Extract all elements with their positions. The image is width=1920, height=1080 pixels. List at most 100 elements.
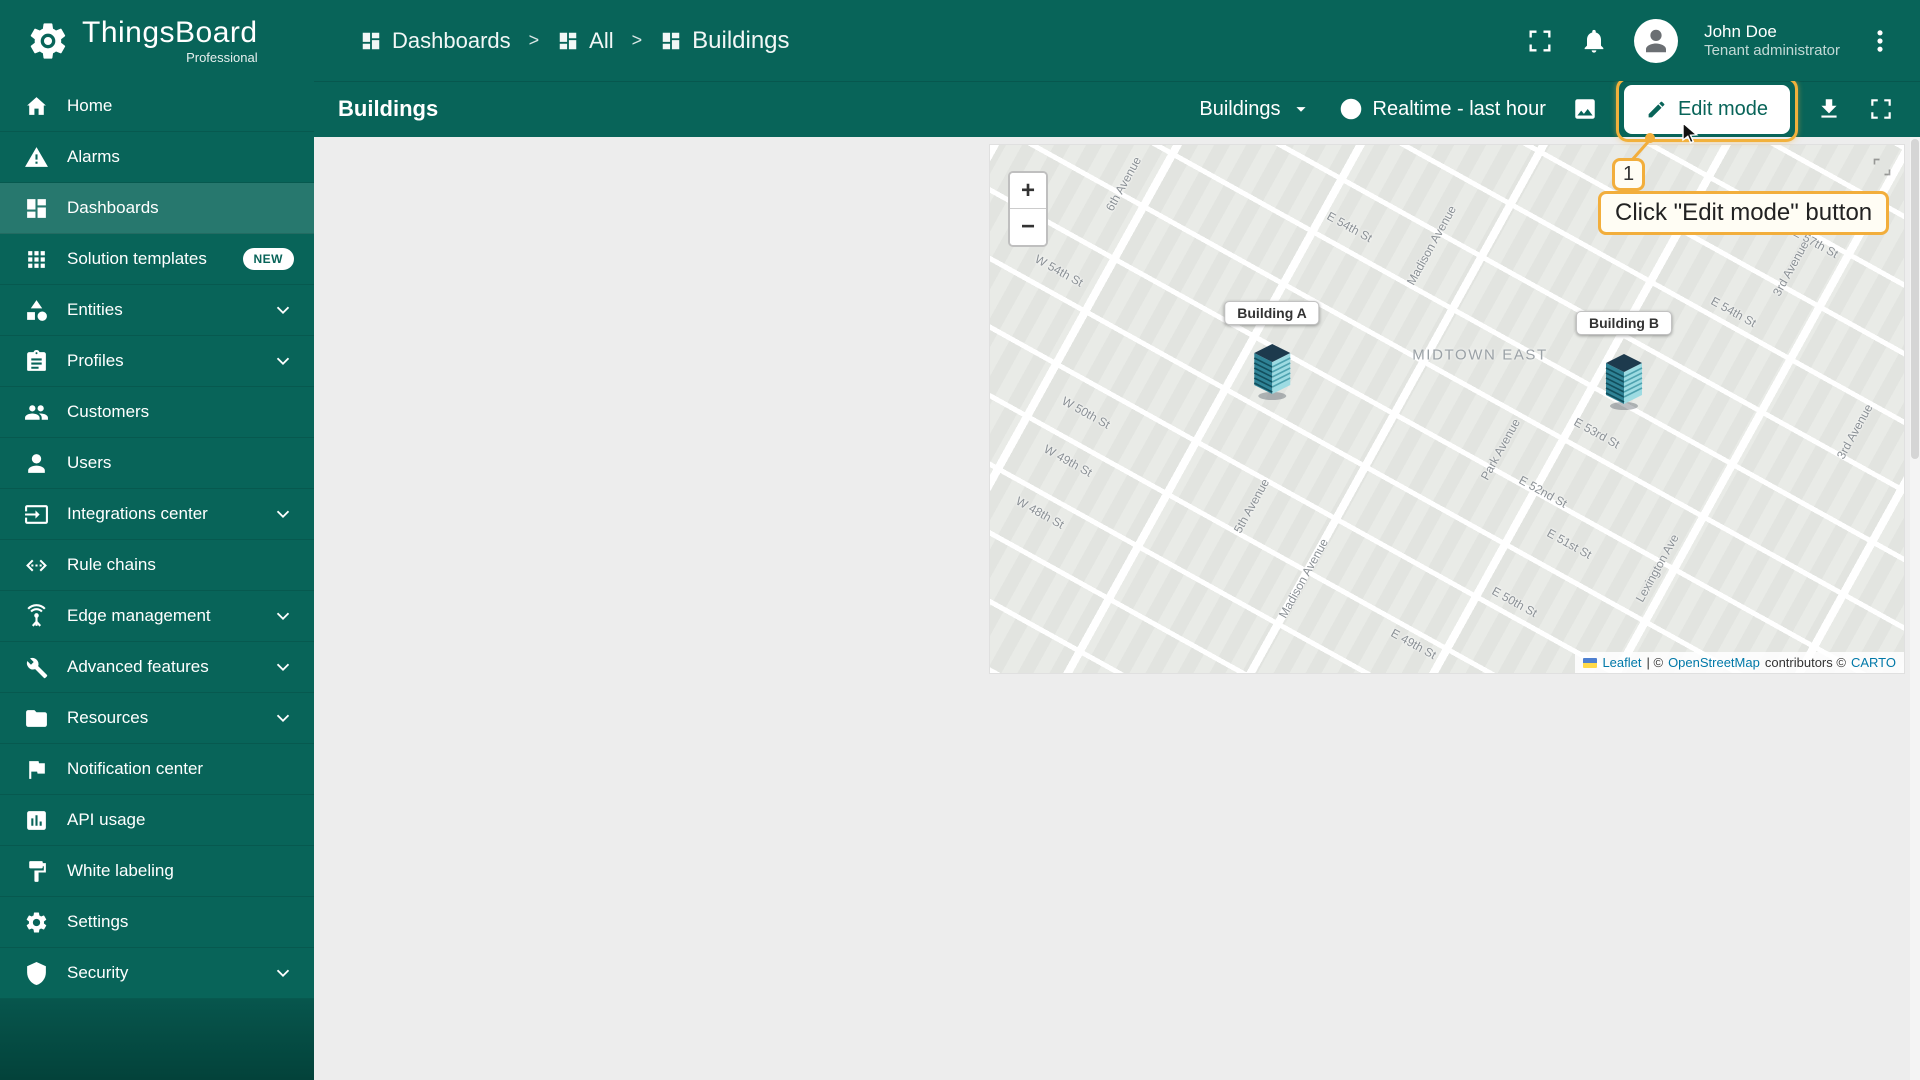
logo: ThingsBoard Professional [0, 15, 314, 64]
sidebar-item-advanced-features[interactable]: Advanced features [0, 642, 314, 693]
expand-icon [1873, 158, 1891, 176]
breadcrumb-buildings[interactable]: Buildings [660, 27, 790, 55]
pencil-icon [1648, 101, 1665, 117]
street-label: W 50th St [1059, 394, 1113, 432]
leaflet-link[interactable]: Leaflet [1602, 655, 1641, 670]
breadcrumb: Dashboards > All > Buildings [360, 27, 790, 55]
avatar[interactable] [1634, 18, 1679, 63]
street-label: W 49th St [1041, 441, 1095, 480]
sidebar-item-notification-center[interactable]: Notification center [0, 744, 314, 795]
sidebar: Home Alarms Dashboards Solution template… [0, 81, 314, 1080]
street-label: E 51st St [1544, 526, 1594, 562]
dashboard-icon [662, 32, 680, 49]
dashboard-fullscreen-button[interactable] [1868, 96, 1894, 122]
neighborhood-label: MIDTOWN EAST [1412, 346, 1548, 364]
street-label: 3rd Avenue [1833, 401, 1876, 462]
people-icon [25, 404, 48, 420]
folder-icon [26, 709, 47, 727]
dashboard-icon [27, 198, 46, 218]
more-menu-button[interactable] [1866, 27, 1894, 55]
page-scrollbar[interactable] [1910, 137, 1920, 1080]
marker-label: Building A [1224, 301, 1320, 325]
user-info: John Doe Tenant administrator [1704, 21, 1840, 61]
download-button[interactable] [1816, 96, 1842, 122]
timewindow-button[interactable]: Realtime - last hour [1338, 96, 1546, 122]
edit-mode-button[interactable]: Edit mode [1615, 76, 1799, 142]
breadcrumb-dashboards[interactable]: Dashboards [360, 28, 511, 54]
breadcrumb-separator: > [528, 30, 540, 50]
clock-icon [1340, 98, 1361, 120]
street-label: E 54th St [1324, 209, 1375, 246]
sidebar-item-users[interactable]: Users [0, 438, 314, 489]
kebab-icon [1877, 29, 1883, 52]
thingsboard-logo-icon [30, 22, 66, 59]
street-label: W 48th St [1014, 494, 1067, 533]
sidebar-item-api-usage[interactable]: API usage [0, 795, 314, 846]
dashboard-image-button[interactable] [1572, 96, 1598, 122]
sidebar-item-white-labeling[interactable]: White labeling [0, 846, 314, 897]
zoom-out-button[interactable]: − [1010, 209, 1046, 245]
breadcrumb-all[interactable]: All [557, 28, 614, 54]
chevron-down-icon [276, 357, 290, 366]
warning-icon [25, 146, 48, 167]
sidebar-item-rule-chains[interactable]: Rule chains [0, 540, 314, 591]
chevron-down-icon [276, 510, 290, 519]
flag-icon [29, 760, 45, 779]
sidebar-item-alarms[interactable]: Alarms [0, 132, 314, 183]
fullscreen-button[interactable] [1526, 27, 1554, 55]
sidebar-item-security[interactable]: Security [0, 948, 314, 999]
sidebar-item-resources[interactable]: Resources [0, 693, 314, 744]
chevron-down-icon [276, 612, 290, 621]
street-label: W 54th St [1032, 251, 1086, 290]
input-icon [25, 504, 48, 524]
sidebar-item-solution-templates[interactable]: Solution templates NEW [0, 234, 314, 285]
carto-link[interactable]: CARTO [1851, 655, 1896, 670]
antenna-icon [27, 603, 46, 627]
map-attribution: Leaflet | © OpenStreetMap contributors ©… [1575, 652, 1904, 673]
dashboard-canvas: W 54th St 6th Avenue E 54th St E 54th St… [314, 137, 1920, 1080]
fullscreen-icon [1871, 99, 1891, 119]
annotation-step-badge: 1 [1612, 158, 1645, 191]
sidebar-item-entities[interactable]: Entities [0, 285, 314, 336]
street-label: Park Avenue [1477, 416, 1523, 483]
new-badge: NEW [242, 248, 294, 270]
paint-icon [29, 860, 46, 882]
ethernet-icon [26, 559, 47, 571]
sidebar-item-customers[interactable]: Customers [0, 387, 314, 438]
sidebar-item-home[interactable]: Home [0, 81, 314, 132]
sidebar-item-dashboards[interactable]: Dashboards [0, 183, 314, 234]
fullscreen-icon [1529, 30, 1551, 51]
map-marker-building-b[interactable]: Building B [1576, 311, 1672, 411]
mouse-cursor [1682, 122, 1699, 144]
download-icon [1821, 99, 1837, 118]
sidebar-item-profiles[interactable]: Profiles [0, 336, 314, 387]
home-icon [27, 96, 46, 115]
building-icon [1605, 354, 1643, 410]
app-name: ThingsBoard [82, 15, 258, 49]
dashboard-title: Buildings [338, 96, 439, 121]
chart-icon [27, 810, 46, 830]
wrench-icon [26, 657, 48, 678]
sidebar-item-edge-management[interactable]: Edge management [0, 591, 314, 642]
dashboard-icon [362, 32, 380, 49]
osm-link[interactable]: OpenStreetMap [1668, 655, 1760, 670]
street-label: E 50th St [1489, 584, 1540, 621]
sidebar-item-settings[interactable]: Settings [0, 897, 314, 948]
street-label: E 49th St [1388, 626, 1439, 663]
map-fullscreen-button[interactable] [1872, 157, 1892, 182]
marker-label: Building B [1576, 311, 1672, 335]
zoom-in-button[interactable]: + [1010, 173, 1046, 209]
street-label: Madison Avenue [1276, 535, 1332, 621]
map-zoom-control: + − [1008, 171, 1048, 247]
user-role: Tenant administrator [1704, 41, 1840, 59]
sidebar-item-integrations-center[interactable]: Integrations center [0, 489, 314, 540]
notifications-button[interactable] [1580, 27, 1608, 55]
thingsboard-app: ThingsBoard Professional Dashboards > Al… [0, 0, 1920, 1080]
state-select[interactable]: Buildings [1199, 98, 1311, 121]
scrollbar-thumb[interactable] [1911, 139, 1919, 459]
image-icon [1575, 99, 1595, 119]
map-marker-building-a[interactable]: Building A [1224, 301, 1320, 401]
person-icon [28, 453, 45, 473]
user-name: John Doe [1704, 21, 1777, 41]
street-label: 6th Avenue [1102, 154, 1144, 214]
